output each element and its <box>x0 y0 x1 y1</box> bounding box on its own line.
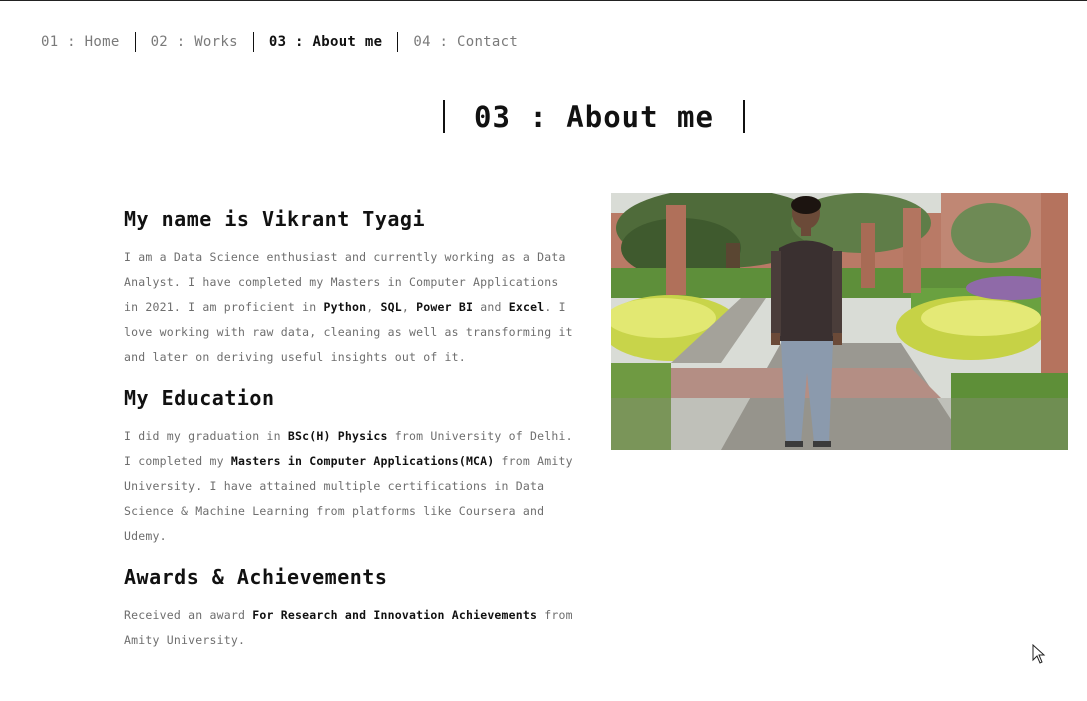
mouse-pointer-icon <box>1032 643 1046 668</box>
awards-heading: Awards & Achievements <box>124 565 388 589</box>
skill-powerbi: Power BI <box>416 300 474 314</box>
nav-divider <box>252 32 254 52</box>
nav-divider <box>134 32 136 52</box>
awards-section: Awards & Achievements Received an award … <box>124 565 574 653</box>
top-border <box>0 0 1087 1</box>
education-section: My Education I did my graduation in BSc(… <box>124 386 574 549</box>
about-heading: My name is Vikrant Tyagi <box>124 207 425 231</box>
title-right-bar <box>742 100 745 133</box>
about-paragraph: I am a Data Science enthusiast and curre… <box>124 250 573 364</box>
skill-excel: Excel <box>508 300 545 314</box>
education-heading: My Education <box>124 386 275 410</box>
degree-mca: Masters in Computer Applications(MCA) <box>230 454 495 468</box>
about-section: My name is Vikrant Tyagi I am a Data Sci… <box>124 207 574 370</box>
page-title-block: 03 : About me <box>443 99 745 134</box>
nav-works-link[interactable]: 02 : Works <box>151 34 238 50</box>
degree-bsc: BSc(H) Physics <box>287 429 388 443</box>
top-nav: 01 : Home 02 : Works 03 : About me 04 : … <box>41 32 518 52</box>
nav-about-link[interactable]: 03 : About me <box>269 34 382 50</box>
nav-divider <box>397 32 399 52</box>
profile-photo <box>611 193 1068 450</box>
education-paragraph: I did my graduation in BSc(H) Physics fr… <box>124 429 573 543</box>
awards-paragraph: Received an award For Research and Innov… <box>124 608 573 647</box>
skill-sql: SQL <box>380 300 402 314</box>
skill-python: Python <box>323 300 367 314</box>
award-name: For Research and Innovation Achievements <box>252 608 538 622</box>
nav-home-link[interactable]: 01 : Home <box>41 34 120 50</box>
page-title: 03 : About me <box>474 99 714 134</box>
nav-contact-link[interactable]: 04 : Contact <box>413 34 518 50</box>
about-content: My name is Vikrant Tyagi I am a Data Sci… <box>124 207 574 653</box>
